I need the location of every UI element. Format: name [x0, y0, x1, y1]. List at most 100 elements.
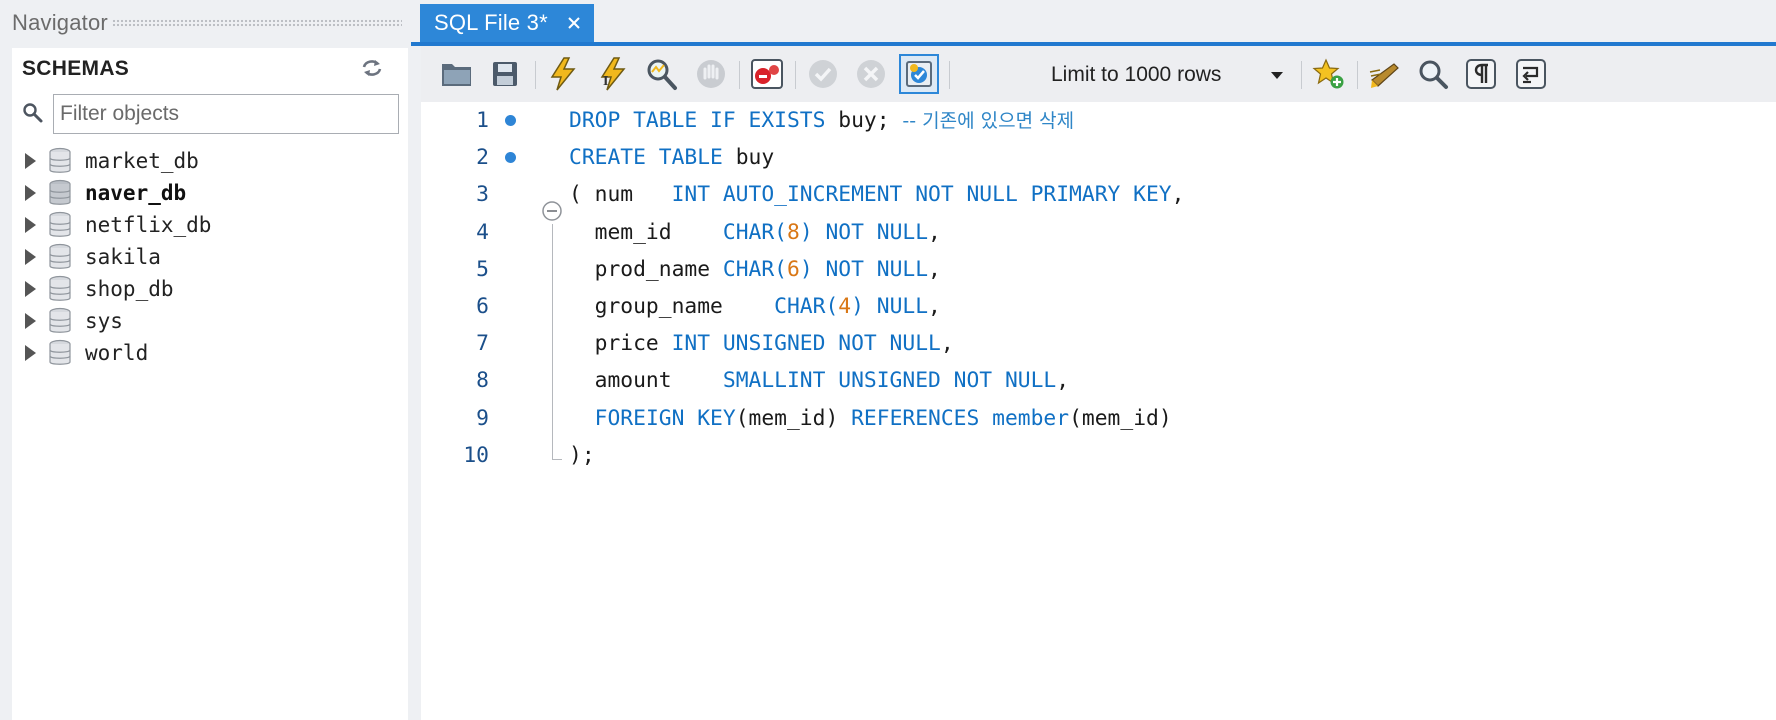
navigator-panel: Navigator SCHEMAS market_db naver_dbnetfl…: [0, 0, 411, 720]
explain-icon: [647, 59, 677, 90]
expand-arrow-icon[interactable]: [25, 185, 36, 201]
expand-arrow-icon[interactable]: [25, 249, 36, 265]
autocommit-toggle[interactable]: [899, 54, 939, 94]
find-button[interactable]: [1413, 54, 1453, 94]
code-line: 10);: [421, 437, 1776, 475]
database-icon: [49, 243, 71, 269]
code-text: group_name CHAR(4) NULL,: [569, 294, 941, 319]
schema-item[interactable]: shop_db: [12, 273, 408, 305]
rollback-button[interactable]: [851, 54, 891, 94]
line-number: 1: [476, 108, 489, 133]
navigator-body: SCHEMAS market_db naver_db netflix_dbsakil…: [12, 48, 408, 720]
code-text: );: [569, 442, 595, 468]
schemas-header: SCHEMAS: [12, 48, 408, 88]
code-line: 7 price INT UNSIGNED NOT NULL,: [421, 325, 1776, 363]
toolbar-separator: [1301, 61, 1302, 89]
code-line: 6 group_name CHAR(4) NULL,: [421, 288, 1776, 326]
schema-item[interactable]: sakila: [12, 241, 408, 273]
code-text: CREATE TABLE buy: [569, 145, 775, 171]
search-icon: [23, 103, 43, 123]
beautify-icon: [1369, 63, 1399, 88]
line-number: 4: [476, 219, 489, 245]
filter-row: [12, 90, 408, 136]
toggle-word-wrap-button[interactable]: [1511, 54, 1551, 94]
code-text: prod_name CHAR(6) NOT NULL,: [569, 256, 941, 282]
schema-name: market_db: [85, 149, 199, 173]
expand-arrow-icon[interactable]: [25, 345, 36, 361]
line-number: 8: [476, 368, 489, 394]
autocommit-icon: [906, 61, 932, 87]
close-icon[interactable]: [566, 15, 582, 31]
tab-sql-file[interactable]: SQL File 3*: [420, 4, 594, 42]
find-icon: [1419, 60, 1448, 89]
line-number: 7: [476, 331, 489, 357]
stop-icon: [697, 60, 725, 88]
database-icon: [49, 179, 71, 205]
rollback-icon: [857, 60, 885, 88]
open-file-icon: [442, 64, 471, 86]
schema-name: netflix_db: [85, 213, 212, 237]
toggle-invisible-characters-button[interactable]: [1461, 54, 1501, 94]
toolbar-separator: [739, 61, 740, 89]
expand-arrow-icon[interactable]: [25, 217, 36, 233]
commit-button[interactable]: [803, 54, 843, 94]
expand-arrow-icon[interactable]: [25, 313, 36, 329]
sql-code-editor[interactable]: 1 DROP TABLE IF EXISTS buy; -- 기존에 있으면 삭제…: [421, 102, 1776, 720]
filter-objects-input[interactable]: [53, 94, 399, 134]
schema-item[interactable]: market_db: [12, 145, 408, 177]
beautify-button[interactable]: [1365, 54, 1405, 94]
execute-current-icon: I: [600, 57, 626, 91]
explain-button[interactable]: [641, 54, 681, 94]
open-file-button[interactable]: [437, 54, 477, 94]
commit-icon: [809, 60, 837, 88]
refresh-icon[interactable]: [360, 58, 384, 78]
schema-item[interactable]: world: [12, 337, 408, 369]
toolbar-separator: [1357, 61, 1358, 89]
schema-item[interactable]: naver_db: [12, 177, 408, 209]
invisible-chars-icon: [1466, 59, 1496, 89]
add-bookmark-button[interactable]: [1309, 54, 1349, 94]
database-icon: [49, 307, 71, 333]
code-line: 4 mem_id CHAR(8) NOT NULL,: [421, 214, 1776, 252]
code-text: price INT UNSIGNED NOT NULL,: [569, 331, 954, 357]
schemas-label: SCHEMAS: [22, 57, 130, 80]
toolbar-separator: [795, 61, 796, 89]
toolbar-separator: [949, 61, 950, 89]
database-icon: [49, 211, 71, 237]
navigator-header: Navigator: [12, 0, 402, 46]
navigator-drag-grip[interactable]: [111, 19, 402, 27]
code-line: 5 prod_name CHAR(6) NOT NULL,: [421, 251, 1776, 289]
svg-text:I: I: [603, 74, 608, 89]
code-text: FOREIGN KEY(mem_id) REFERENCES member(me…: [594, 405, 1172, 431]
schema-item[interactable]: sys: [12, 305, 408, 337]
database-icon: [49, 339, 71, 365]
statement-marker-icon: [505, 152, 516, 164]
editor-panel: SQL File 3* I Limit to 1000 rows 1 DROP …: [411, 0, 1776, 720]
save-icon: [493, 62, 517, 86]
code-line: 3 ( num INT AUTO_INCREMENT NOT NULL PRIMA…: [421, 176, 1776, 214]
execute-button[interactable]: [543, 54, 583, 94]
schema-name: sys: [85, 309, 123, 333]
stop-button[interactable]: [691, 54, 731, 94]
toggle-stop-on-error-button[interactable]: [747, 54, 787, 94]
expand-arrow-icon[interactable]: [25, 153, 36, 169]
expand-arrow-icon[interactable]: [25, 281, 36, 297]
code-line: 9 FOREIGN KEY(mem_id) REFERENCES member(…: [421, 400, 1776, 438]
schema-name: naver_db: [85, 181, 187, 205]
code-line: 8 amount SMALLINT UNSIGNED NOT NULL,: [421, 362, 1776, 400]
execute-current-statement-button[interactable]: I: [593, 54, 633, 94]
line-number: 3: [476, 182, 489, 208]
schema-item[interactable]: netflix_db: [12, 209, 408, 241]
limit-rows-select[interactable]: Limit to 1000 rows: [1037, 56, 1293, 94]
line-number: 5: [476, 256, 489, 282]
line-number: 10: [463, 442, 489, 468]
execute-icon: [550, 57, 576, 91]
save-button[interactable]: [485, 54, 525, 94]
line-number: 6: [476, 294, 489, 319]
code-text: mem_id CHAR(8) NOT NULL,: [569, 219, 941, 245]
toggle-error-icon: [751, 59, 783, 89]
bookmark-icon: [1312, 58, 1344, 89]
chevron-down-icon: [1271, 71, 1283, 79]
navigator-title: Navigator: [12, 10, 108, 35]
code-text: amount SMALLINT UNSIGNED NOT NULL,: [569, 368, 1070, 394]
